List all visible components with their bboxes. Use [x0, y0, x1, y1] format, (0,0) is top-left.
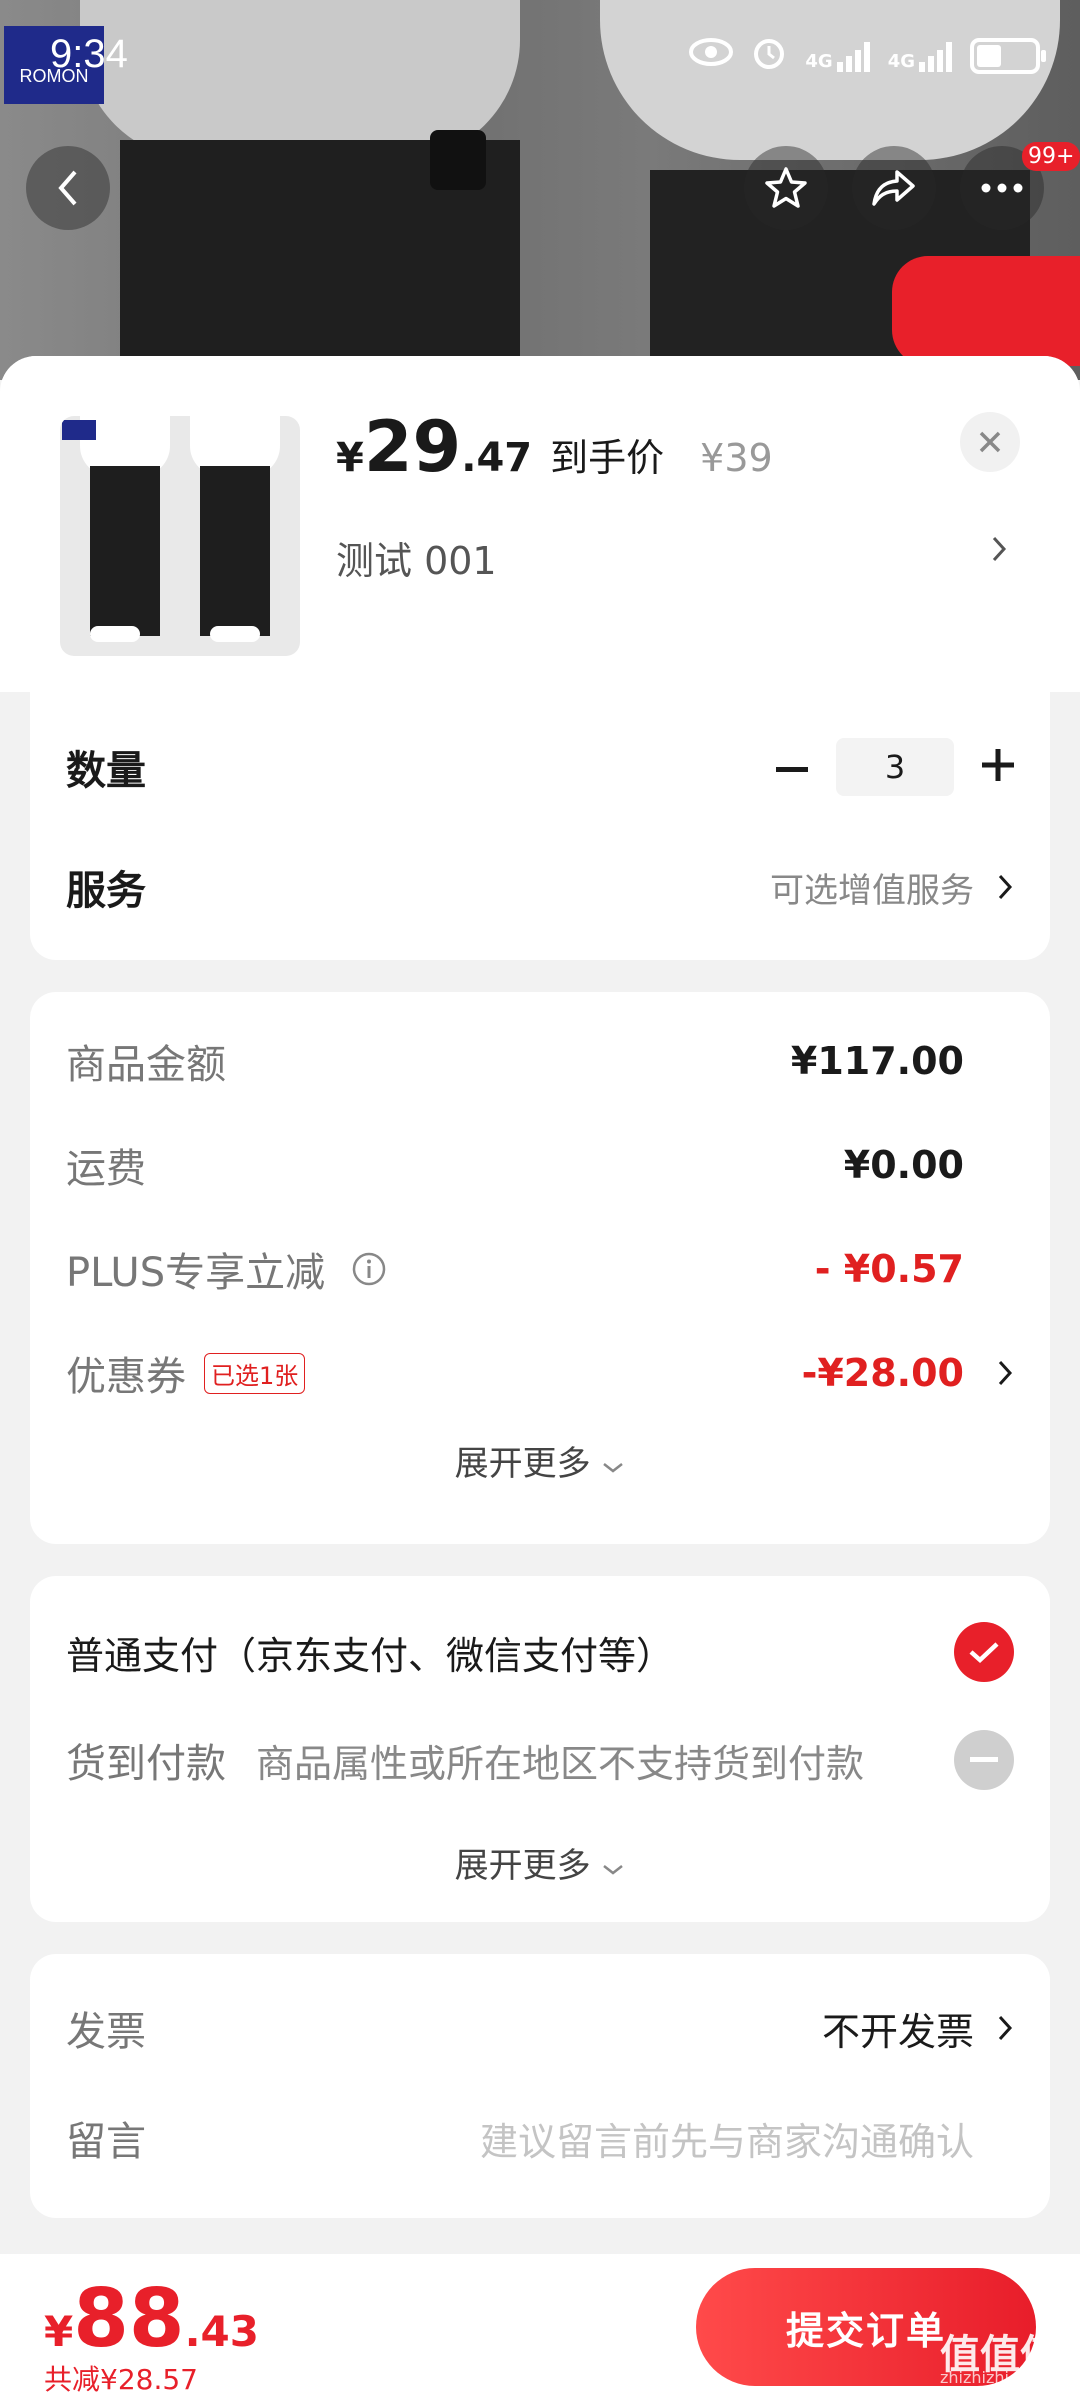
- more-dots-icon: [981, 183, 1023, 193]
- share-button[interactable]: [852, 146, 936, 230]
- total-price: ¥ 88 .43: [44, 2272, 259, 2365]
- payment-option-cod: 货到付款 商品属性或所在地区不支持货到付款: [66, 1720, 1014, 1800]
- share-icon: [872, 170, 915, 206]
- close-button[interactable]: [960, 412, 1020, 472]
- quantity-stepper: 3: [776, 738, 1014, 796]
- original-price: ¥39: [700, 436, 773, 480]
- quantity-label: 数量: [66, 748, 146, 794]
- chevron-right-icon: [998, 874, 1013, 900]
- disabled-icon: [954, 1730, 1014, 1790]
- payment-option-normal[interactable]: 普通支付（京东支付、微信支付等）: [66, 1612, 1014, 1692]
- cost-row-goods: 商品金额 ¥117.00: [66, 1039, 964, 1088]
- checkout-bar: ¥ 88 .43 共减¥28.57 提交订单: [0, 2254, 1080, 2400]
- signal-icon-2: 4G: [888, 40, 952, 72]
- order-sheet: ¥ 29 .47 到手价 ¥39 测试 001 数量 3 服务 可选增值服务 商…: [0, 356, 1080, 2400]
- chevron-down-icon: [603, 1865, 624, 1875]
- price-row: ¥ 29 .47 到手价 ¥39: [336, 406, 773, 488]
- product-summary: ¥ 29 .47 到手价 ¥39 测试 001: [0, 356, 1080, 692]
- minus-button[interactable]: [776, 758, 808, 777]
- alarm-icon: [751, 34, 787, 78]
- chevron-down-icon: [603, 1463, 624, 1473]
- watermark-url: zhizhizhi.com: [940, 2368, 1049, 2387]
- close-icon: [979, 431, 1001, 453]
- message-row[interactable]: 留言 建议留言前先与商家沟通确认: [66, 2098, 1014, 2178]
- chevron-right-icon: [998, 1360, 1013, 1386]
- chevron-right-icon[interactable]: [990, 534, 1008, 568]
- cost-row-plus: PLUS专享立减 - ¥0.57: [66, 1247, 964, 1296]
- service-label: 服务: [66, 868, 146, 914]
- price-decimal: .47: [461, 435, 533, 481]
- product-thumbnail: [60, 416, 300, 656]
- message-input[interactable]: 建议留言前先与商家沟通确认: [480, 2111, 974, 2166]
- expand-costs-button[interactable]: 展开更多: [30, 1436, 1050, 1485]
- star-icon: [765, 167, 807, 208]
- expand-payment-button[interactable]: 展开更多: [30, 1838, 1050, 1887]
- chevron-right-icon: [998, 2015, 1013, 2041]
- promo-badge: [892, 256, 1080, 366]
- variant-selector[interactable]: 测试 001: [336, 530, 497, 585]
- invoice-row[interactable]: 发票 不开发票: [66, 1988, 1014, 2068]
- signal-icon-1: 4G: [805, 40, 870, 72]
- checkmark-icon[interactable]: [954, 1622, 1014, 1682]
- status-time: 9:34: [50, 32, 128, 76]
- price-label: 到手价: [550, 436, 665, 480]
- cost-row-coupon[interactable]: 优惠券 已选1张 -¥28.00: [66, 1338, 1014, 1408]
- service-row[interactable]: 服务 可选增值服务: [66, 852, 1014, 922]
- eye-icon: [689, 37, 734, 75]
- invoice-value: 不开发票: [821, 2009, 974, 2054]
- favorite-button[interactable]: [744, 146, 828, 230]
- cost-card: 商品金额 ¥117.00 运费 ¥0.00 PLUS专享立减 - ¥0.57 优…: [30, 992, 1050, 1544]
- info-icon[interactable]: [351, 1251, 387, 1287]
- extra-card: 发票 不开发票 留言 建议留言前先与商家沟通确认: [30, 1954, 1050, 2218]
- cost-row-shipping: 运费 ¥0.00: [66, 1143, 964, 1192]
- quantity-input[interactable]: 3: [836, 738, 954, 796]
- battery-icon: [970, 38, 1046, 74]
- payment-card: 普通支付（京东支付、微信支付等） 货到付款 商品属性或所在地区不支持货到付款 展…: [30, 1576, 1050, 1922]
- status-bar: 9:34 4G 4G: [0, 0, 1080, 110]
- message-badge: 99+: [1022, 142, 1080, 171]
- plus-button[interactable]: [982, 749, 1014, 785]
- back-button[interactable]: [26, 146, 110, 230]
- coupon-selected-tag: 已选1张: [204, 1352, 306, 1394]
- options-card: 数量 3 服务 可选增值服务: [30, 692, 1050, 960]
- service-value: 可选增值服务: [770, 870, 974, 911]
- price-integer: 29: [363, 406, 462, 488]
- total-saved: 共减¥28.57: [44, 2363, 198, 2396]
- chevron-left-icon: [58, 170, 77, 206]
